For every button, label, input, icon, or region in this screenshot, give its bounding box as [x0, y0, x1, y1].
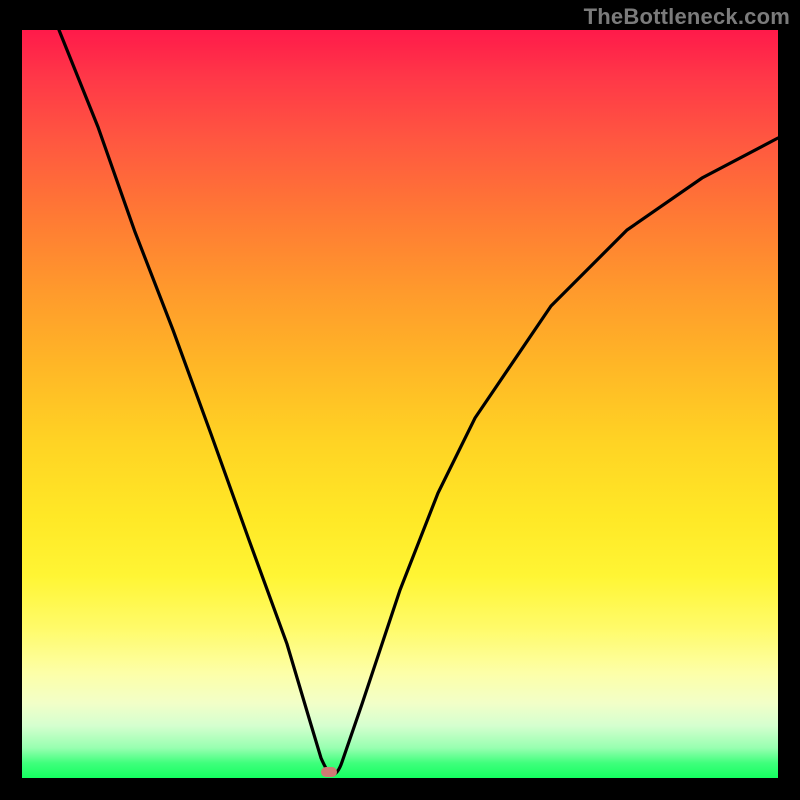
chart-frame: TheBottleneck.com: [0, 0, 800, 800]
plot-outer: [22, 30, 778, 778]
watermark-text: TheBottleneck.com: [584, 4, 790, 30]
bottleneck-curve: [22, 30, 778, 778]
minimum-marker: [321, 767, 337, 777]
